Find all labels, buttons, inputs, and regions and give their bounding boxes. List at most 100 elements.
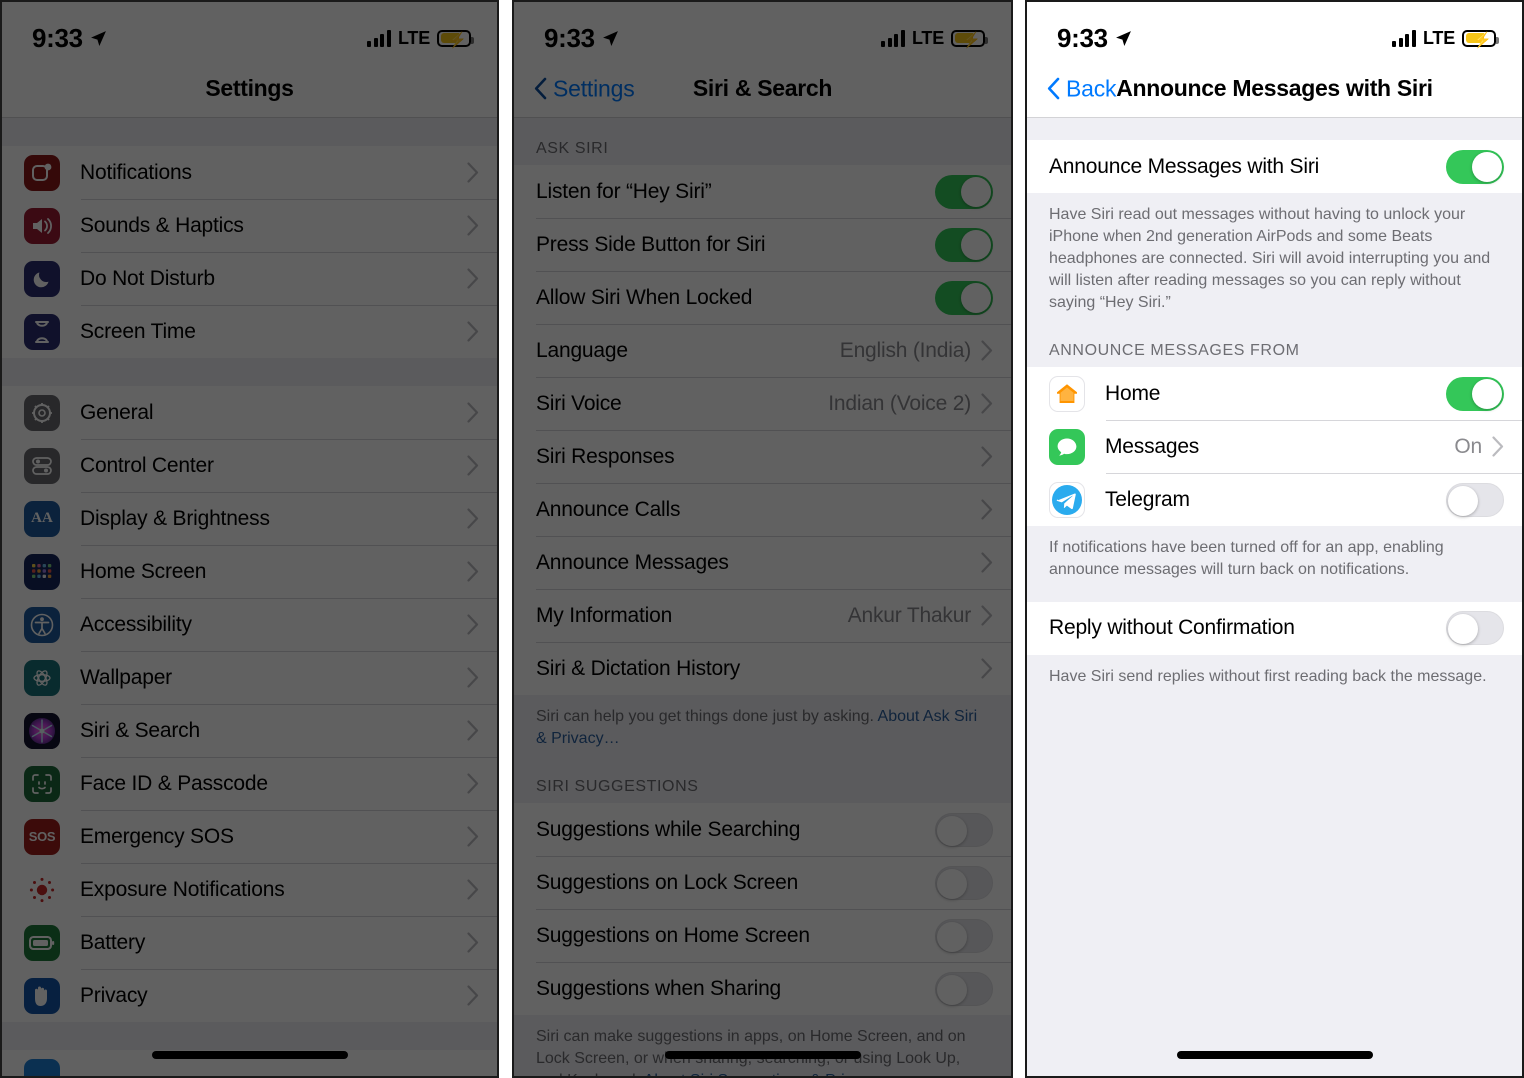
row-siri-responses[interactable]: Siri Responses xyxy=(514,430,1011,483)
row-value: English (India) xyxy=(839,338,971,362)
sidebar-item-general[interactable]: General xyxy=(2,386,497,439)
settings-group-2: General Control Center AA Display & Brig… xyxy=(2,386,497,1022)
toggle-announce-messages-with-siri[interactable] xyxy=(1446,149,1504,184)
app-store-icon xyxy=(24,1058,60,1076)
sidebar-item-home-screen[interactable]: Home Screen xyxy=(2,545,497,598)
nav-bar: Settings xyxy=(2,60,497,118)
toggle-app-home[interactable] xyxy=(1446,376,1504,411)
sidebar-item-label: Control Center xyxy=(80,453,214,477)
sidebar-item-label: Notifications xyxy=(80,160,192,184)
sidebar-item-battery[interactable]: Battery xyxy=(2,916,497,969)
chevron-right-icon xyxy=(467,773,479,794)
row-my-information[interactable]: My Information Ankur Thakur xyxy=(514,589,1011,642)
row-siri-voice[interactable]: Siri Voice Indian (Voice 2) xyxy=(514,377,1011,430)
row-reply-without-confirmation[interactable]: Reply without Confirmation xyxy=(1027,601,1522,655)
display-brightness-icon: AA xyxy=(24,500,60,537)
exposure-notifications-icon xyxy=(24,871,60,908)
row-app-messages[interactable]: Messages On xyxy=(1027,420,1522,474)
group-separator xyxy=(1027,587,1522,602)
row-label: Suggestions when Sharing xyxy=(536,976,782,1000)
chevron-right-icon xyxy=(467,455,479,476)
row-value: Ankur Thakur xyxy=(847,603,971,627)
toggle-suggestions-on-home-screen[interactable] xyxy=(935,918,993,953)
sidebar-item-display-brightness[interactable]: AA Display & Brightness xyxy=(2,492,497,545)
toggle-app-telegram[interactable] xyxy=(1446,482,1504,517)
row-language[interactable]: Language English (India) xyxy=(514,324,1011,377)
status-bar-left: 9:33 xyxy=(544,23,619,54)
notifications-icon xyxy=(24,154,60,191)
row-suggestions-when-sharing[interactable]: Suggestions when Sharing xyxy=(514,962,1011,1016)
section-header-siri-suggestions: SIRI SUGGESTIONS xyxy=(514,756,1011,804)
sidebar-item-do-not-disturb[interactable]: Do Not Disturb xyxy=(2,252,497,305)
section-siri-suggestions: Suggestions while Searching Suggestions … xyxy=(514,803,1011,1016)
chevron-right-icon xyxy=(981,658,993,679)
control-center-icon xyxy=(24,447,60,484)
row-label: Allow Siri When Locked xyxy=(536,285,753,309)
back-button[interactable]: Back xyxy=(1047,75,1117,102)
row-listen-for-hey-siri[interactable]: Listen for “Hey Siri” xyxy=(514,165,1011,218)
row-label: Announce Messages xyxy=(536,550,729,574)
row-app-home[interactable]: Home xyxy=(1027,367,1522,421)
chevron-right-icon xyxy=(981,446,993,467)
wallpaper-icon xyxy=(24,659,60,696)
toggle-suggestions-when-sharing[interactable] xyxy=(935,971,993,1006)
row-siri-dictation-history[interactable]: Siri & Dictation History xyxy=(514,642,1011,695)
row-suggestions-on-lock-screen[interactable]: Suggestions on Lock Screen xyxy=(514,856,1011,910)
announce-messages-list[interactable]: Announce Messages with Siri Have Siri re… xyxy=(1027,118,1522,1076)
network-label: LTE xyxy=(397,27,430,48)
sidebar-item-face-id-passcode[interactable]: Face ID & Passcode xyxy=(2,757,497,810)
toggle-listen-for-hey-siri[interactable] xyxy=(935,174,993,209)
row-announce-messages[interactable]: Announce Messages xyxy=(514,536,1011,589)
row-press-side-button-for-siri[interactable]: Press Side Button for Siri xyxy=(514,218,1011,271)
sidebar-item-siri-search[interactable]: Siri & Search xyxy=(2,704,497,757)
section-ask-siri: Listen for “Hey Siri” Press Side Button … xyxy=(514,165,1011,695)
status-bar: 9:33 LTE ⚡ xyxy=(2,2,497,60)
row-label: Siri Responses xyxy=(536,444,675,468)
row-suggestions-while-searching[interactable]: Suggestions while Searching xyxy=(514,803,1011,857)
chevron-left-icon xyxy=(534,77,547,100)
toggle-press-side-button[interactable] xyxy=(935,227,993,262)
status-bar-right: LTE ⚡ xyxy=(881,28,988,49)
row-value: On xyxy=(1454,434,1482,458)
footer-text: Siri can help you get things done just b… xyxy=(536,708,878,725)
cellular-bars-icon xyxy=(881,29,905,47)
row-allow-siri-when-locked[interactable]: Allow Siri When Locked xyxy=(514,271,1011,324)
back-button-label: Back xyxy=(1066,75,1117,101)
emergency-sos-icon: SOS xyxy=(24,818,60,855)
chevron-right-icon xyxy=(467,321,479,342)
sidebar-item-sounds-haptics[interactable]: Sounds & Haptics xyxy=(2,199,497,252)
row-suggestions-on-home-screen[interactable]: Suggestions on Home Screen xyxy=(514,909,1011,963)
row-label: Language xyxy=(536,338,628,362)
sidebar-item-privacy[interactable]: Privacy xyxy=(2,969,497,1022)
settings-list[interactable]: Notifications Sounds & Haptics Do Not Di… xyxy=(2,118,497,1076)
row-announce-messages-with-siri[interactable]: Announce Messages with Siri xyxy=(1027,140,1522,193)
general-gear-icon xyxy=(24,394,60,431)
sidebar-item-label: Exposure Notifications xyxy=(80,877,285,901)
sidebar-item-wallpaper[interactable]: Wallpaper xyxy=(2,651,497,704)
status-bar-left: 9:33 xyxy=(1057,23,1132,54)
row-label: Siri & Dictation History xyxy=(536,656,741,680)
phone-screen-settings: 9:33 LTE ⚡ Settings Notifications Sounds… xyxy=(0,0,499,1078)
sidebar-item-label: Display & Brightness xyxy=(80,506,270,530)
back-button[interactable]: Settings xyxy=(534,75,635,102)
row-app-telegram[interactable]: Telegram xyxy=(1027,473,1522,527)
row-announce-calls[interactable]: Announce Calls xyxy=(514,483,1011,536)
section-footer-siri-suggestions: Siri can make suggestions in apps, on Ho… xyxy=(514,1015,1011,1076)
sidebar-item-emergency-sos[interactable]: SOS Emergency SOS xyxy=(2,810,497,863)
about-siri-suggestions-privacy-link[interactable]: About Siri Suggestions & Privacy… xyxy=(644,1072,894,1076)
do-not-disturb-icon xyxy=(24,260,60,297)
sidebar-item-screen-time[interactable]: Screen Time xyxy=(2,305,497,358)
sounds-haptics-icon xyxy=(24,207,60,244)
sidebar-item-notifications[interactable]: Notifications xyxy=(2,146,497,199)
home-indicator xyxy=(664,1051,861,1059)
sidebar-item-control-center[interactable]: Control Center xyxy=(2,439,497,492)
toggle-allow-siri-when-locked[interactable] xyxy=(935,280,993,315)
toggle-reply-without-confirmation[interactable] xyxy=(1446,611,1504,646)
sidebar-item-accessibility[interactable]: Accessibility xyxy=(2,598,497,651)
messages-app-icon xyxy=(1049,428,1085,465)
sidebar-item-exposure-notifications[interactable]: Exposure Notifications xyxy=(2,863,497,916)
row-value: Indian (Voice 2) xyxy=(828,391,971,415)
toggle-suggestions-on-lock-screen[interactable] xyxy=(935,865,993,900)
siri-settings-list[interactable]: ASK SIRI Listen for “Hey Siri” Press Sid… xyxy=(514,118,1011,1076)
toggle-suggestions-while-searching[interactable] xyxy=(935,812,993,847)
